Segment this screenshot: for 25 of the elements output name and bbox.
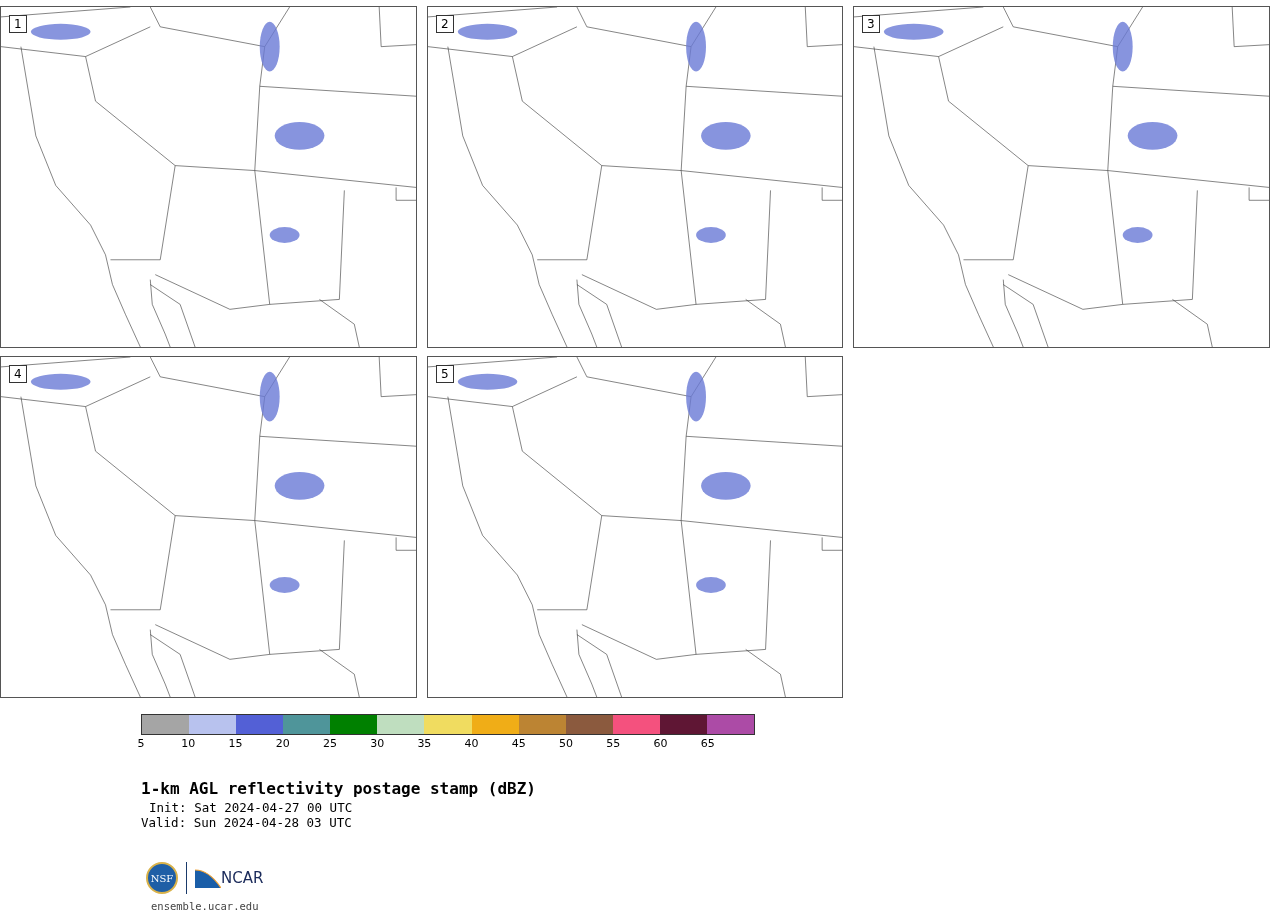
- chart-title: 1-km AGL reflectivity postage stamp (dBZ): [141, 779, 537, 798]
- tick-label: 5: [137, 737, 145, 750]
- tick-label: 45: [511, 737, 526, 750]
- tick-label: 50: [559, 737, 574, 750]
- tick-label: 20: [275, 737, 290, 750]
- site-url: ensemble.ucar.edu: [151, 900, 260, 912]
- tick-label: 25: [322, 737, 337, 750]
- ncar-logo: NCAR: [221, 869, 264, 887]
- panel-number: 2: [436, 15, 454, 33]
- nsf-logo: NSF: [146, 862, 178, 894]
- panel-number: 4: [9, 365, 27, 383]
- tick-label: 60: [653, 737, 668, 750]
- tick-label: 65: [700, 737, 715, 750]
- tick-label: 35: [417, 737, 432, 750]
- tick-label: 55: [606, 737, 621, 750]
- init-time: Init: Sat 2024-04-27 00 UTC: [148, 800, 354, 815]
- tick-label: 15: [228, 737, 243, 750]
- panel-number: 3: [862, 15, 880, 33]
- panel-number: 5: [436, 365, 454, 383]
- panel-number: 1: [9, 15, 27, 33]
- tick-label: 40: [464, 737, 479, 750]
- swoosh-icon: [195, 868, 221, 888]
- tick-label: 10: [181, 737, 196, 750]
- valid-time: Valid: Sun 2024-04-28 03 UTC: [141, 815, 353, 830]
- tick-label: 30: [370, 737, 385, 750]
